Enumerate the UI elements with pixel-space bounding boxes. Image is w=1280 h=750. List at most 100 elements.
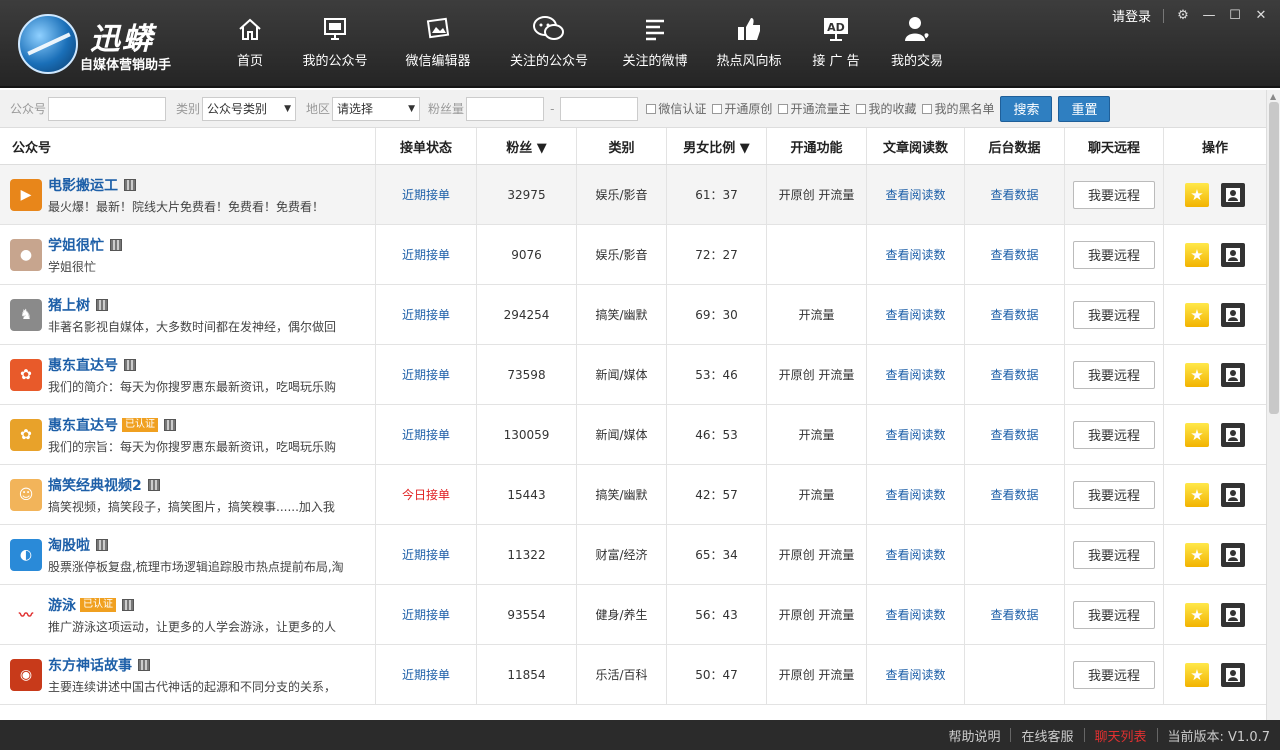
checkbox-original[interactable]: 开通原创	[712, 100, 772, 117]
search-button[interactable]: 搜索	[1000, 95, 1053, 122]
table-row[interactable]: ✿ 惠东直达号 已认证 我们的宗旨：每天为你搜罗惠东最新资讯，吃喝玩乐购 近期接…	[0, 405, 1266, 465]
account-avatar[interactable]: ◉	[10, 658, 42, 691]
favorite-star-icon[interactable]: ★	[1185, 662, 1209, 687]
reset-button[interactable]: 重置	[1058, 95, 1111, 122]
qr-code-icon[interactable]	[124, 358, 136, 371]
table-row[interactable]: ◐ 淘股啦 股票涨停板复盘,梳理市场逻辑追踪股市热点提前布局,淘 近期接单 11…	[0, 525, 1266, 585]
user-profile-icon[interactable]	[1221, 242, 1245, 267]
nav-ads[interactable]: AD 接 广 告	[796, 14, 876, 74]
view-read-count-link[interactable]: 查看阅读数	[885, 366, 945, 383]
view-backend-data-link[interactable]: 查看数据	[990, 366, 1038, 383]
remote-chat-button[interactable]: 我要远程	[1073, 300, 1155, 329]
view-read-count-link[interactable]: 查看阅读数	[885, 606, 945, 623]
user-profile-icon[interactable]	[1221, 422, 1245, 447]
table-row[interactable]: ✿ 惠东直达号 我们的简介：每天为你搜罗惠东最新资讯，吃喝玩乐购 近期接单 73…	[0, 345, 1266, 405]
view-backend-data-link[interactable]: 查看数据	[990, 186, 1038, 203]
checkbox-traffic-owner[interactable]: 开通流量主	[778, 100, 850, 117]
user-profile-icon[interactable]	[1221, 542, 1245, 567]
minimize-icon[interactable]: —	[1202, 8, 1216, 23]
view-read-count-link[interactable]: 查看阅读数	[885, 666, 945, 683]
account-name[interactable]: 猪上树	[48, 295, 90, 315]
remote-chat-button[interactable]: 我要远程	[1073, 360, 1155, 389]
qr-code-icon[interactable]	[96, 298, 108, 311]
user-profile-icon[interactable]	[1221, 662, 1245, 687]
chat-list-link[interactable]: 聊天列表	[1095, 726, 1147, 745]
column-header-sortable[interactable]: 男女比例 ▼	[667, 128, 767, 164]
account-avatar[interactable]: 〰	[10, 598, 42, 631]
qr-code-icon[interactable]	[138, 658, 150, 671]
favorite-star-icon[interactable]: ★	[1185, 362, 1209, 387]
view-read-count-link[interactable]: 查看阅读数	[885, 426, 945, 443]
user-profile-icon[interactable]	[1221, 302, 1245, 327]
nav-followed-weibo[interactable]: 关注的微博	[608, 14, 702, 74]
account-name[interactable]: 学姐很忙	[48, 235, 104, 255]
qr-code-icon[interactable]	[147, 478, 160, 491]
column-header-sortable[interactable]: 粉丝 ▼	[477, 128, 577, 164]
remote-chat-button[interactable]: 我要远程	[1073, 660, 1155, 689]
nav-wechat-editor[interactable]: 微信编辑器	[386, 14, 490, 74]
region-select[interactable]: 请选择 ▼	[332, 96, 421, 121]
nav-followed-accounts[interactable]: 关注的公众号	[490, 14, 608, 74]
qr-code-icon[interactable]	[110, 238, 122, 251]
nav-hot-trends[interactable]: 热点风向标	[702, 14, 796, 74]
remote-chat-button[interactable]: 我要远程	[1073, 540, 1155, 569]
login-link[interactable]: 请登录	[1112, 6, 1151, 25]
table-row[interactable]: ♞ 猪上树 非著名影视自媒体，大多数时间都在发神经，偶尔做回 近期接单 2942…	[0, 285, 1266, 345]
view-read-count-link[interactable]: 查看阅读数	[885, 306, 945, 323]
view-read-count-link[interactable]: 查看阅读数	[885, 486, 945, 503]
qr-code-icon[interactable]	[96, 538, 108, 551]
account-avatar[interactable]: ●	[10, 238, 42, 271]
favorite-star-icon[interactable]: ★	[1185, 602, 1209, 627]
user-profile-icon[interactable]	[1221, 182, 1245, 207]
scrollbar-thumb[interactable]	[1269, 102, 1279, 414]
fans-min-input[interactable]	[466, 96, 545, 121]
maximize-icon[interactable]: ☐	[1228, 8, 1242, 23]
favorite-star-icon[interactable]: ★	[1185, 482, 1209, 507]
nav-my-accounts[interactable]: 我的公众号	[284, 14, 386, 74]
remote-chat-button[interactable]: 我要远程	[1073, 600, 1155, 629]
account-avatar[interactable]: ▶	[10, 178, 42, 211]
help-link[interactable]: 帮助说明	[948, 726, 1000, 745]
nav-home[interactable]: 首页	[216, 14, 284, 74]
account-avatar[interactable]: ◐	[10, 538, 42, 571]
checkbox-my-favorites[interactable]: 我的收藏	[856, 100, 916, 117]
table-row[interactable]: 〰 游泳 已认证 推广游泳这项运动，让更多的人学会游泳，让更多的人 近期接单 9…	[0, 585, 1266, 645]
favorite-star-icon[interactable]: ★	[1185, 302, 1209, 327]
category-select[interactable]: 公众号类别 ▼	[202, 96, 297, 121]
user-profile-icon[interactable]	[1221, 602, 1245, 627]
fans-max-input[interactable]	[560, 96, 639, 121]
table-row[interactable]: ▶ 电影搬运工 最火爆！最新！院线大片免费看！免费看！免费看！ 近期接单 329…	[0, 165, 1266, 225]
account-name[interactable]: 淘股啦	[48, 535, 90, 555]
view-read-count-link[interactable]: 查看阅读数	[885, 246, 945, 263]
close-icon[interactable]: ✕	[1254, 8, 1268, 23]
remote-chat-button[interactable]: 我要远程	[1073, 180, 1155, 209]
qr-code-icon[interactable]	[124, 178, 136, 191]
account-avatar[interactable]: ✿	[10, 418, 42, 451]
qr-code-icon[interactable]	[122, 598, 134, 611]
scroll-up-icon[interactable]: ▲	[1270, 92, 1276, 101]
view-backend-data-link[interactable]: 查看数据	[990, 306, 1038, 323]
account-name[interactable]: 搞笑经典视频2	[48, 475, 142, 495]
online-service-link[interactable]: 在线客服	[1021, 726, 1073, 745]
account-name[interactable]: 东方神话故事	[48, 655, 132, 675]
view-read-count-link[interactable]: 查看阅读数	[885, 546, 945, 563]
view-backend-data-link[interactable]: 查看数据	[990, 426, 1038, 443]
account-name[interactable]: 电影搬运工	[48, 175, 118, 195]
remote-chat-button[interactable]: 我要远程	[1073, 480, 1155, 509]
user-profile-icon[interactable]	[1221, 362, 1245, 387]
account-name[interactable]: 游泳	[48, 595, 76, 615]
user-profile-icon[interactable]	[1221, 482, 1245, 507]
account-avatar[interactable]: ☺	[10, 478, 42, 511]
account-name[interactable]: 惠东直达号	[48, 355, 118, 375]
remote-chat-button[interactable]: 我要远程	[1073, 420, 1155, 449]
view-backend-data-link[interactable]: 查看数据	[990, 246, 1038, 263]
qr-code-icon[interactable]	[164, 418, 176, 431]
account-name[interactable]: 惠东直达号	[48, 415, 118, 435]
account-search-input[interactable]	[48, 96, 167, 121]
view-read-count-link[interactable]: 查看阅读数	[885, 186, 945, 203]
view-backend-data-link[interactable]: 查看数据	[990, 486, 1038, 503]
table-row[interactable]: ● 学姐很忙 学姐很忙 近期接单 9076 娱乐/影音 72：27 查看阅读数	[0, 225, 1266, 285]
account-avatar[interactable]: ✿	[10, 358, 42, 391]
account-avatar[interactable]: ♞	[10, 298, 42, 331]
favorite-star-icon[interactable]: ★	[1185, 242, 1209, 267]
